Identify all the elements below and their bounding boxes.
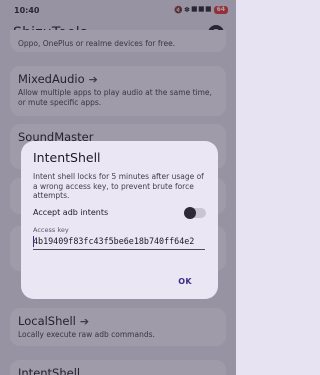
intentshell-dialog: IntentShell Intent shell locks for 5 min…: [21, 141, 218, 299]
access-key-input[interactable]: 4b19409f83fc43f5be6e18b740ff64e2: [33, 236, 205, 247]
switch-thumb: [184, 206, 196, 219]
dialog-message: Intent shell locks for 5 minutes after u…: [33, 172, 204, 200]
dialog-title: IntentShell: [33, 150, 101, 165]
accept-intents-switch[interactable]: [184, 206, 206, 219]
access-key-label: Access key: [33, 225, 69, 234]
accept-intents-row[interactable]: Accept adb intents: [33, 206, 206, 219]
text-cursor: [33, 235, 34, 247]
ok-button[interactable]: OK: [178, 277, 192, 286]
accept-intents-label: Accept adb intents: [33, 208, 109, 217]
access-key-field[interactable]: Access key 4b19409f83fc43f5be6e18b740ff6…: [33, 226, 205, 250]
